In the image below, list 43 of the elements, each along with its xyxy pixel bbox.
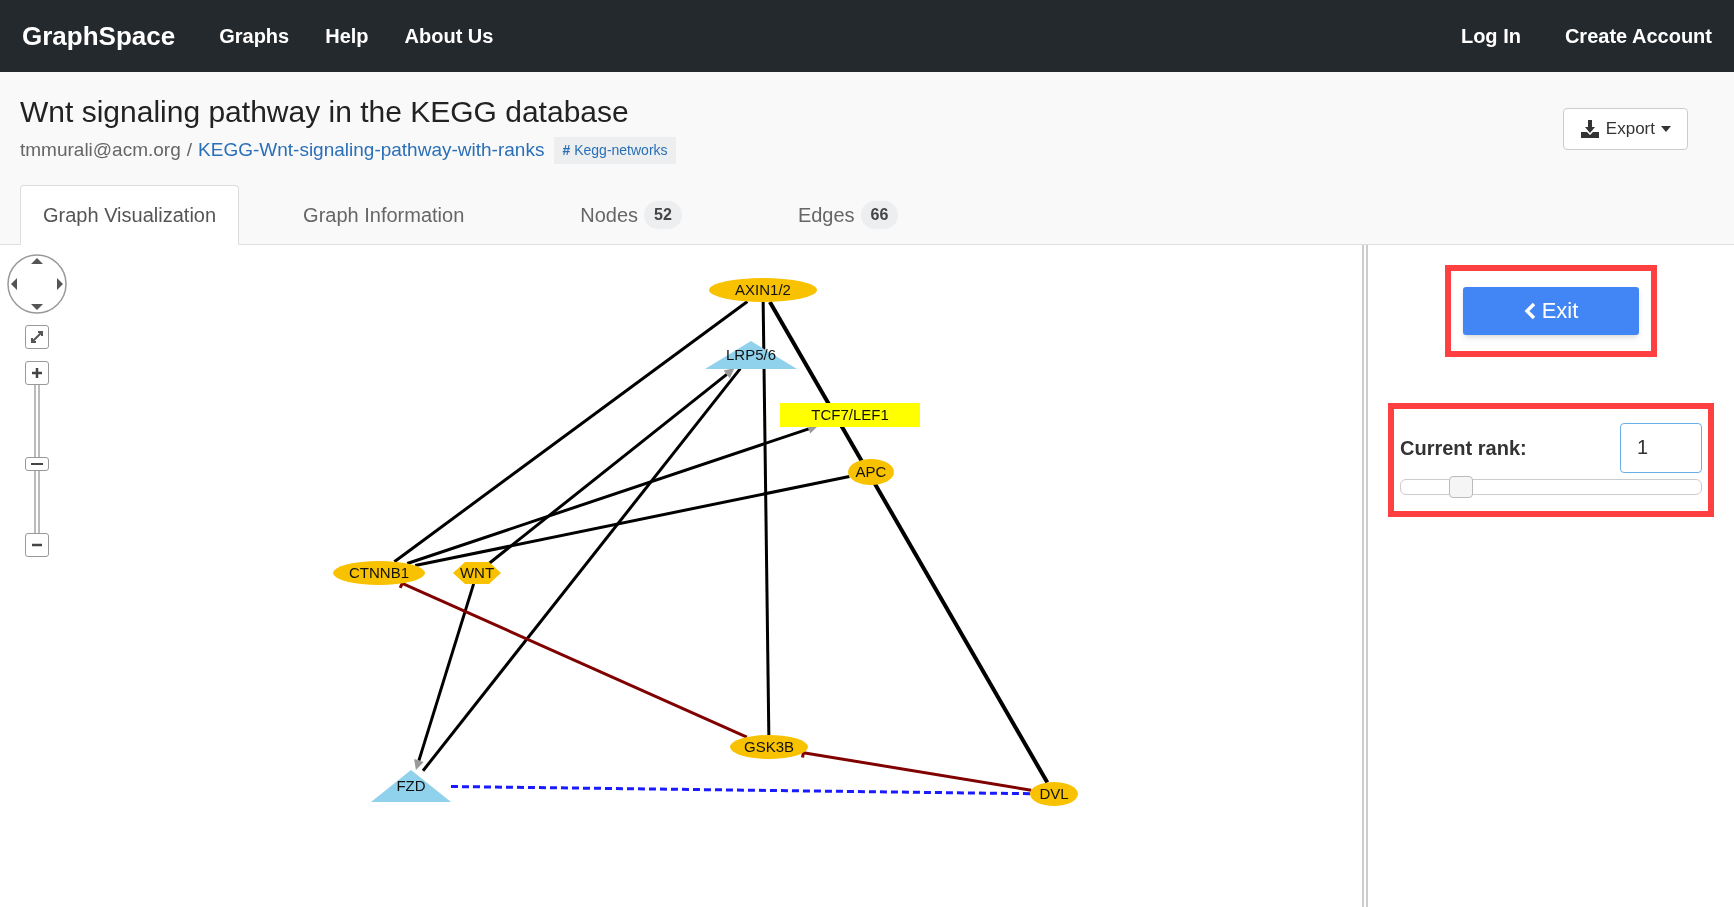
graph-name-link[interactable]: KEGG-Wnt-signaling-pathway-with-ranks [198, 136, 545, 165]
owner-email: tmmurali@acm.org [20, 138, 181, 162]
plus-icon [31, 366, 43, 379]
expand-icon [30, 329, 44, 344]
rank-field[interactable]: 1 [1620, 422, 1702, 473]
graph-node[interactable]: CTNNB1 [333, 560, 425, 585]
path-separator: / [186, 138, 193, 162]
brand-link[interactable]: GraphSpace [22, 16, 176, 56]
graph-node[interactable]: TCF7/LEF1 [780, 402, 920, 427]
zoom-in-button[interactable] [25, 360, 49, 385]
caret-icon [1661, 126, 1671, 132]
rank-slider-thumb[interactable] [1449, 475, 1473, 498]
download-icon [1579, 119, 1600, 139]
exit-button[interactable]: Exit [1463, 286, 1639, 335]
tab[interactable]: Nodes 52 [558, 184, 704, 245]
nav-link[interactable]: About Us [404, 21, 494, 51]
nav-link[interactable]: Log In [1460, 21, 1521, 51]
pan-control-icon[interactable] [6, 252, 68, 315]
chevron-left-icon [1523, 301, 1536, 320]
nav-link[interactable]: Help [325, 21, 369, 51]
count-badge: 52 [644, 200, 682, 229]
tag-badge[interactable]: # Kegg-networks [554, 136, 676, 164]
graph-node[interactable]: APC [848, 458, 894, 485]
rank-label: Current rank: [1400, 435, 1527, 461]
rank-slider-track[interactable] [1400, 478, 1702, 495]
graph-node[interactable]: LRP5/6 [705, 340, 797, 369]
graph-node[interactable]: AXIN1/2 [709, 277, 817, 302]
export-button[interactable]: Export [1562, 108, 1688, 150]
zoom-slider-handle[interactable] [25, 456, 49, 471]
graph-node[interactable]: FZD [371, 769, 451, 802]
tab[interactable]: Graph Information [281, 184, 487, 245]
zoom-out-button[interactable] [25, 532, 49, 557]
nav-link[interactable]: Graphs [219, 21, 290, 51]
graph-node[interactable]: GSK3B [730, 734, 808, 759]
nav-link[interactable]: Create Account [1564, 21, 1712, 51]
fit-view-button[interactable] [25, 324, 49, 349]
tab[interactable]: Graph Visualization [20, 184, 240, 245]
graph-canvas[interactable]: AXIN1/2 LRP5/6 TCF7/LEF1 APC CTNNB1 WNT GSK3B FZD DVL [0, 244, 1368, 907]
graph-title: Wnt signaling pathway in the KEGG database [20, 94, 630, 130]
graph-node[interactable]: DVL [1030, 781, 1078, 806]
graph-node[interactable]: WNT [453, 561, 501, 584]
tab[interactable]: Edges 66 [775, 184, 921, 245]
count-badge: 66 [860, 200, 899, 229]
